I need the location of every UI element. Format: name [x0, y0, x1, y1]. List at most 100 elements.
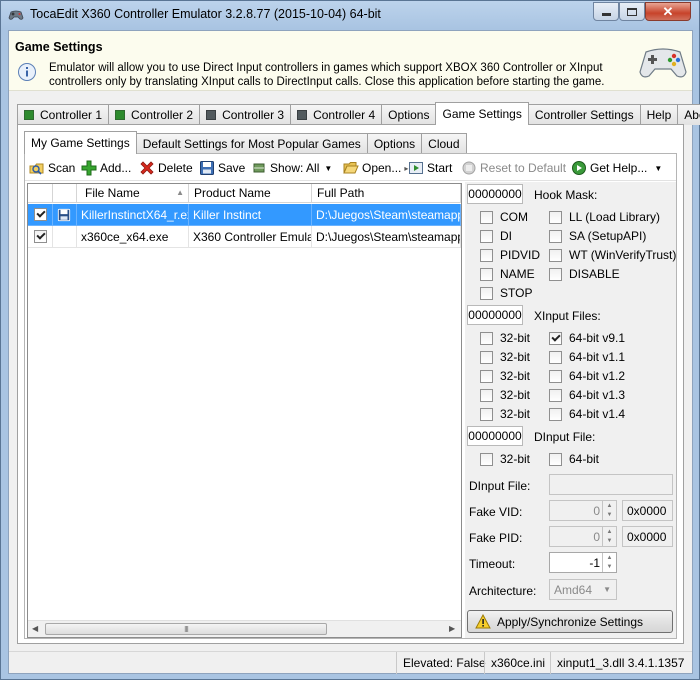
checkbox-box[interactable] [480, 248, 493, 262]
hook-di-checkbox[interactable]: DI [480, 229, 512, 243]
xinput-32bit-checkbox[interactable]: 32-bit [480, 407, 530, 421]
tab-sub-options[interactable]: Options [366, 133, 423, 154]
xinput-32bit-checkbox[interactable]: 32-bit [480, 369, 530, 383]
row-checkbox-cell[interactable] [28, 226, 53, 248]
xinput-64bit-v11-checkbox[interactable]: 64-bit v1.1 [549, 350, 625, 364]
checkbox-box[interactable] [549, 369, 562, 383]
get-help-button[interactable]: Get Help... ▼ [571, 157, 662, 179]
dinput-file-path-field[interactable] [549, 474, 673, 495]
checkbox-box[interactable] [480, 267, 493, 281]
spin-up-icon[interactable]: ▲ [603, 501, 616, 510]
hook-pidvid-checkbox[interactable]: PIDVID [480, 248, 540, 262]
tab-game-settings[interactable]: Game Settings [435, 102, 529, 125]
scroll-left-arrow-icon[interactable]: ◀ [32, 624, 38, 633]
full-path-cell[interactable]: D:\Juegos\Steam\steamapps\ [312, 204, 461, 226]
product-name-cell[interactable]: Killer Instinct [189, 204, 312, 226]
tab-controller-3[interactable]: Controller 3 [199, 104, 292, 125]
checkbox-box[interactable] [549, 350, 562, 364]
title-bar[interactable]: TocaEdit X360 Controller Emulator 3.2.8.… [1, 1, 699, 29]
column-header-file-name[interactable]: File Name ▲ [77, 184, 189, 203]
fake-vid-stepper[interactable]: 0 ▲ ▼ [549, 500, 617, 521]
enabled-checkbox[interactable] [34, 230, 47, 243]
dinput-64bit-checkbox[interactable]: 64-bit [549, 452, 599, 466]
hook-mask-value[interactable]: 00000000 [467, 184, 523, 204]
checkbox-box[interactable] [549, 388, 562, 402]
stepper-arrows[interactable]: ▲ ▼ [602, 553, 616, 572]
xinput-64bit-v14-checkbox[interactable]: 64-bit v1.4 [549, 407, 625, 421]
tab-my-game-settings[interactable]: My Game Settings [24, 131, 137, 154]
checkbox-box[interactable] [480, 407, 493, 421]
checkbox-box[interactable] [549, 229, 562, 243]
delete-button[interactable]: Delete [139, 157, 193, 179]
xinput-64bit-v12-checkbox[interactable]: 64-bit v1.2 [549, 369, 625, 383]
spin-up-icon[interactable]: ▲ [603, 553, 616, 562]
checkbox-box[interactable] [549, 248, 562, 262]
checkbox-box[interactable] [480, 331, 493, 345]
xinput-32bit-checkbox[interactable]: 32-bit [480, 350, 530, 364]
row-checkbox-cell[interactable] [28, 204, 53, 226]
checkbox-box[interactable] [549, 331, 562, 345]
stepper-arrows[interactable]: ▲ ▼ [602, 527, 616, 546]
xinput-64bit-v91-checkbox[interactable]: 64-bit v9.1 [549, 331, 625, 345]
xinput-32bit-checkbox[interactable]: 32-bit [480, 331, 530, 345]
reset-to-default-button[interactable]: Reset to Default [461, 157, 566, 179]
enabled-checkbox[interactable] [34, 208, 47, 221]
hook-name-checkbox[interactable]: NAME [480, 267, 535, 281]
checkbox-box[interactable] [480, 210, 493, 224]
tab-about[interactable]: About [677, 104, 700, 125]
xinput-64bit-v13-checkbox[interactable]: 64-bit v1.3 [549, 388, 625, 402]
file-name-cell[interactable]: x360ce_x64.exe [77, 226, 189, 248]
hook-ll-checkbox[interactable]: LL (Load Library) [549, 210, 660, 224]
checkbox-box[interactable] [549, 210, 562, 224]
checkbox-box[interactable] [480, 369, 493, 383]
checkbox-box[interactable] [480, 286, 493, 300]
dinput-file-value[interactable]: 00000000 [467, 426, 523, 446]
checkbox-box[interactable] [549, 407, 562, 421]
save-button[interactable]: Save [199, 157, 245, 179]
hook-sa-checkbox[interactable]: SA (SetupAPI) [549, 229, 646, 243]
hook-wt-checkbox[interactable]: WT (WinVerifyTrust) [549, 248, 676, 262]
checkbox-box[interactable] [480, 388, 493, 402]
checkbox-box[interactable] [549, 267, 562, 281]
checkbox-box[interactable] [480, 229, 493, 243]
tab-controller-2[interactable]: Controller 2 [108, 104, 201, 125]
spin-up-icon[interactable]: ▲ [603, 527, 616, 536]
hook-com-checkbox[interactable]: COM [480, 210, 528, 224]
spin-down-icon[interactable]: ▼ [603, 562, 616, 571]
scroll-thumb[interactable]: III [45, 623, 327, 635]
checkbox-box[interactable] [480, 452, 493, 466]
xinput-files-value[interactable]: 00000000 [467, 305, 523, 325]
column-header-product-name[interactable]: Product Name [189, 184, 312, 203]
show-dropdown[interactable]: Show: All ▼ [251, 157, 332, 179]
table-row[interactable]: KillerInstinctX64_r.exe Killer Instinct … [28, 204, 461, 226]
tab-cloud[interactable]: Cloud [421, 133, 467, 154]
architecture-select[interactable]: Amd64 ▼ [549, 579, 617, 600]
stepper-arrows[interactable]: ▲ ▼ [602, 501, 616, 520]
column-header-full-path[interactable]: Full Path [312, 184, 461, 203]
tab-help[interactable]: Help [639, 104, 679, 125]
add-button[interactable]: Add... [81, 157, 131, 179]
maximize-button[interactable] [619, 2, 645, 21]
full-path-cell[interactable]: D:\Juegos\Steam\steamapps\ [312, 226, 461, 248]
close-button[interactable]: ✕ [645, 2, 691, 21]
dinput-32bit-checkbox[interactable]: 32-bit [480, 452, 530, 466]
product-name-cell[interactable]: X360 Controller Emulator [189, 226, 312, 248]
spin-down-icon[interactable]: ▼ [603, 536, 616, 545]
apply-synchronize-button[interactable]: Apply/Synchronize Settings [467, 610, 673, 633]
column-header-icon[interactable] [53, 184, 77, 203]
timeout-stepper[interactable]: -1 ▲ ▼ [549, 552, 617, 573]
tab-options[interactable]: Options [381, 104, 437, 125]
fake-pid-stepper[interactable]: 0 ▲ ▼ [549, 526, 617, 547]
tab-controller-settings[interactable]: Controller Settings [527, 104, 641, 125]
start-button[interactable]: Start [408, 157, 452, 179]
tab-controller-4[interactable]: Controller 4 [290, 104, 383, 125]
checkbox-box[interactable] [480, 350, 493, 364]
table-row[interactable]: x360ce_x64.exe X360 Controller Emulator … [28, 226, 461, 248]
tab-controller-1[interactable]: Controller 1 [17, 104, 110, 125]
file-name-cell[interactable]: KillerInstinctX64_r.exe [77, 204, 189, 226]
scroll-right-arrow-icon[interactable]: ▶ [449, 624, 455, 633]
scan-button[interactable]: Scan [29, 157, 75, 179]
open-button[interactable]: Open... ▸ [343, 157, 408, 179]
horizontal-scrollbar[interactable]: ◀ III ▶ [28, 620, 461, 637]
xinput-32bit-checkbox[interactable]: 32-bit [480, 388, 530, 402]
